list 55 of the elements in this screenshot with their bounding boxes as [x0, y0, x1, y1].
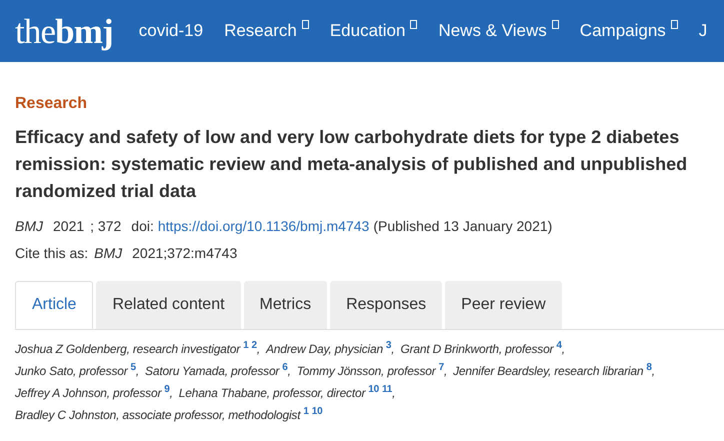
affiliation-link[interactable]: 8 [646, 360, 652, 375]
affiliation-link[interactable]: 4 [556, 338, 562, 353]
affiliation-link[interactable]: 7 [438, 360, 444, 375]
separator: , [652, 364, 655, 380]
author-name[interactable]: Bradley C Johnston, associate professor, methodologist [15, 406, 300, 424]
separator: , [391, 341, 394, 358]
nav-link[interactable]: Research [224, 18, 309, 44]
affiliation-link[interactable]: 1 [243, 338, 248, 353]
affiliation-link[interactable]: 11 [382, 382, 392, 397]
affiliation-link[interactable]: 6 [282, 360, 288, 375]
author-name[interactable]: Jennifer Beardsley, research librarian [453, 362, 644, 380]
nav-link[interactable]: Education [330, 18, 418, 44]
citation-volume: ; 372 [90, 217, 122, 236]
author-name[interactable]: Joshua Z Goldenberg, research investigator [15, 340, 240, 358]
nav-link[interactable]: J [698, 18, 708, 44]
affiliation-link[interactable]: 10 [312, 404, 322, 419]
tab[interactable]: Responses [330, 281, 442, 329]
separator: , [444, 364, 448, 380]
citation-reference: 2021;372:m4743 [132, 244, 238, 263]
nav-link[interactable]: News & Views [438, 18, 559, 44]
doi-label: doi: [131, 217, 154, 236]
tab[interactable]: Metrics [244, 281, 328, 329]
author-name[interactable]: Grant D Brinkworth, professor [400, 340, 554, 358]
author-name[interactable]: Tommy Jönsson, professor [296, 362, 436, 380]
journal-name: BMJ [15, 217, 43, 236]
article-title: Efficacy and safety of low and very low carbohydrate diets for type 2 diabetes remission: systematic review and meta-analysis of published and unpublished randomized trial data [15, 126, 688, 203]
doi-link[interactable]: https://doi.org/10.1136/bmj.m4743 [158, 216, 370, 237]
author-name[interactable]: Lehana Thabane, professor, director [178, 384, 366, 402]
section-label: Research [15, 94, 88, 114]
tab[interactable]: Peer review [445, 281, 562, 329]
site-logo[interactable]: thebmj [15, 14, 113, 48]
author-name[interactable]: Satoru Yamada, professor [145, 362, 280, 380]
affiliation-link[interactable]: 3 [386, 338, 392, 353]
separator: , [562, 342, 565, 358]
nav-link[interactable]: Campaigns [580, 18, 678, 44]
affiliation-link[interactable]: 10 [368, 382, 379, 397]
published-date: (Published 13 January 2021) [373, 217, 552, 236]
journal-name: BMJ [94, 244, 122, 263]
separator: , [288, 363, 291, 380]
affiliation-link[interactable]: 9 [164, 382, 170, 397]
tab[interactable]: Article [15, 281, 94, 329]
author-name[interactable]: Junko Sato, professor [15, 362, 128, 380]
affiliation-link[interactable]: 1 [303, 404, 309, 419]
separator: , [170, 385, 173, 402]
cite-label: Cite this as: [15, 244, 88, 263]
separator: , [136, 364, 140, 380]
citation-year: 2021 [53, 217, 84, 236]
affiliation-link[interactable]: 5 [130, 360, 136, 375]
author-name[interactable]: Jeffrey A Johnson, professor [15, 384, 162, 402]
nav-link[interactable]: covid-19 [138, 18, 204, 44]
separator: , [256, 342, 260, 358]
author-name[interactable]: Andrew Day, physician [266, 340, 383, 358]
separator: , [392, 385, 396, 402]
affiliation-link[interactable]: 2 [251, 338, 257, 353]
tab[interactable]: Related content [96, 281, 241, 329]
